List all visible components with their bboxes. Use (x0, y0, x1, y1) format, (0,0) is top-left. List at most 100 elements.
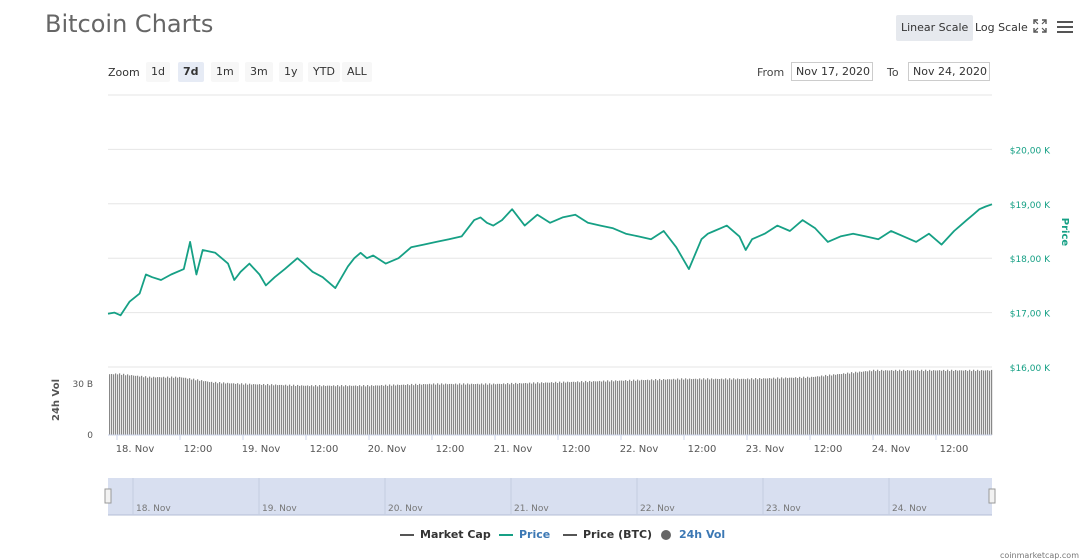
volume-bar (465, 384, 467, 435)
volume-bar (769, 378, 771, 435)
legend-item-market-cap[interactable]: Market Cap (400, 528, 491, 541)
volume-bar (409, 385, 411, 435)
x-tick-label: 23. Nov (746, 444, 785, 455)
volume-bar (781, 377, 783, 435)
volume-bar (501, 384, 503, 435)
volume-bar (311, 385, 313, 435)
volume-bar (719, 379, 721, 435)
volume-bar (231, 383, 233, 435)
volume-bar (903, 369, 905, 435)
volume-bar (397, 384, 399, 435)
price-chart: $16,00 K $17,00 K $18,00 K $19,00 K $20,00 K… (51, 94, 1070, 516)
volume-bar (875, 371, 877, 435)
volume-bar (561, 382, 563, 435)
volume-bar (303, 385, 305, 435)
volume-bar (559, 381, 561, 435)
volume-bar (969, 369, 971, 435)
volume-bar (317, 386, 319, 435)
volume-bar (441, 383, 443, 435)
volume-bar (455, 383, 457, 435)
volume-bar (939, 370, 941, 435)
volume-bar (879, 371, 881, 435)
volume-bar (271, 384, 273, 435)
volume-bar (591, 381, 593, 435)
volume-bar (565, 382, 567, 435)
volume-bar (277, 385, 279, 435)
navigator-range (108, 478, 992, 515)
price-tick-label: $16,00 K (1010, 364, 1051, 374)
volume-bar (539, 383, 541, 435)
legend-item-price-btc[interactable]: Price (BTC) (563, 528, 652, 541)
volume-bar (669, 379, 671, 435)
volume-bar (235, 383, 237, 435)
volume-bar (931, 370, 933, 435)
volume-bar (425, 384, 427, 435)
volume-bar (805, 377, 807, 435)
volume-bar (681, 378, 683, 435)
volume-bar (627, 380, 629, 435)
volume-bar (831, 375, 833, 435)
volume-bar (223, 382, 225, 435)
volume-bar (549, 382, 551, 435)
navigator-left-handle[interactable] (104, 488, 112, 504)
volume-bar (133, 375, 135, 435)
volume-bar (921, 369, 923, 435)
volume-bar (567, 381, 569, 435)
volume-bar (753, 379, 755, 435)
navigator-right-handle[interactable] (988, 488, 996, 504)
volume-bar (469, 384, 471, 435)
volume-bar (493, 383, 495, 435)
x-tick-label: 20. Nov (368, 444, 407, 455)
volume-bar (835, 374, 837, 435)
volume-bar (883, 370, 885, 435)
volume-bar (383, 385, 385, 435)
volume-bar (377, 385, 379, 435)
volume-bar (675, 379, 677, 435)
navigator-label: 24. Nov (892, 504, 927, 514)
legend-item-price[interactable]: Price (499, 528, 550, 541)
volume-bar (667, 379, 669, 435)
volume-bar (863, 371, 865, 435)
navigator-label: 23. Nov (766, 504, 801, 514)
volume-bar (307, 385, 309, 435)
volume-bar (259, 384, 261, 435)
volume-bar (815, 376, 817, 435)
volume-bar (705, 379, 707, 435)
legend-item-24h-vol[interactable]: 24h Vol (661, 528, 725, 541)
volume-bar (743, 378, 745, 435)
volume-bar (659, 378, 661, 435)
volume-bar (283, 385, 285, 435)
volume-bar (357, 386, 359, 435)
volume-bar (985, 370, 987, 435)
volume-bar (321, 386, 323, 435)
volume-bar (367, 385, 369, 435)
volume-bar (129, 375, 131, 435)
volume-bar (243, 384, 245, 435)
volume-bar (355, 385, 357, 435)
volume-bars (109, 369, 993, 435)
volume-bar (859, 371, 861, 435)
volume-bar (619, 380, 621, 435)
volume-bar (783, 378, 785, 435)
volume-bar (467, 383, 469, 435)
x-tick-label: 12:00 (436, 444, 465, 455)
volume-bar (339, 386, 341, 435)
volume-bar (757, 379, 759, 435)
volume-bar (437, 383, 439, 435)
volume-bar (833, 374, 835, 435)
volume-bar (989, 370, 991, 435)
volume-bar (233, 383, 235, 435)
volume-bar (165, 377, 167, 435)
volume-bar (749, 379, 751, 435)
volume-bar (551, 382, 553, 435)
volume-bar (887, 370, 889, 435)
volume-bar (693, 378, 695, 435)
x-tick-label: 19. Nov (242, 444, 281, 455)
volume-bar (183, 377, 185, 435)
price-tick-label: $20,00 K (1010, 146, 1051, 156)
volume-bar (861, 371, 863, 435)
volume-bar (955, 369, 957, 435)
x-tick-label: 21. Nov (494, 444, 533, 455)
volume-bar (607, 380, 609, 435)
volume-bar (359, 385, 361, 435)
